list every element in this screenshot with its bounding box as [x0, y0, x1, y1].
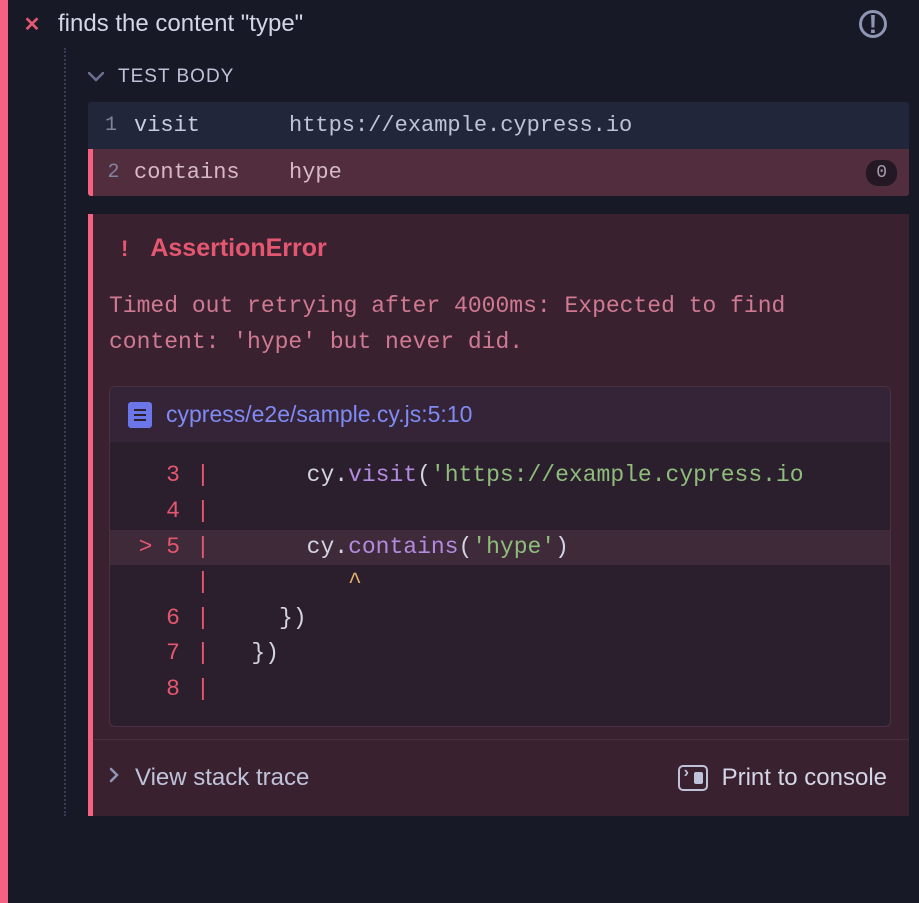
command-index: 1: [88, 114, 134, 137]
code-line: > 5| cy.contains('hype'): [110, 530, 890, 566]
test-title: finds the content "type": [58, 10, 843, 38]
print-console-label: Print to console: [722, 764, 887, 792]
chevron-right-icon: [109, 767, 119, 788]
main-panel: ✕ finds the content "type" ! TEST BODY 1…: [8, 0, 919, 903]
command-index: 2: [93, 161, 134, 184]
error-footer: View stack trace Print to console: [93, 739, 909, 816]
test-runner-panel: ✕ finds the content "type" ! TEST BODY 1…: [0, 0, 919, 903]
code-line: | ^: [110, 565, 890, 601]
command-row[interactable]: 1 visit https://example.cypress.io: [88, 102, 909, 149]
document-icon: [128, 402, 152, 428]
chevron-down-icon: [88, 69, 104, 85]
error-panel: ! AssertionError Timed out retrying afte…: [88, 214, 909, 816]
error-bang-icon: !: [121, 236, 128, 262]
code-line: 4|: [110, 494, 890, 530]
test-body: TEST BODY 1 visit https://example.cypres…: [64, 48, 909, 816]
console-icon: [678, 765, 708, 791]
code-line: 3| cy.visit('https://example.cypress.io: [110, 458, 890, 494]
code-frame: cypress/e2e/sample.cy.js:5:10 3| cy.visi…: [109, 386, 891, 726]
command-arg: hype: [289, 160, 866, 185]
code-line: 8|: [110, 672, 890, 708]
command-name: contains: [134, 160, 289, 185]
command-name: visit: [134, 113, 289, 138]
code-line: 6| }): [110, 601, 890, 637]
error-message: Timed out retrying after 4000ms: Expecte…: [93, 281, 909, 380]
error-title-row: ! AssertionError: [93, 214, 909, 281]
command-arg: https://example.cypress.io: [289, 113, 909, 138]
command-log: 1 visit https://example.cypress.io 2 con…: [88, 102, 909, 196]
test-title-row[interactable]: ✕ finds the content "type" !: [8, 0, 909, 48]
stack-trace-label: View stack trace: [135, 764, 309, 792]
print-to-console-button[interactable]: Print to console: [678, 764, 887, 792]
code-body: 3| cy.visit('https://example.cypress.io …: [110, 442, 890, 725]
code-file-location: cypress/e2e/sample.cy.js:5:10: [166, 401, 472, 428]
view-stack-trace-button[interactable]: View stack trace: [109, 764, 309, 792]
test-body-header[interactable]: TEST BODY: [66, 48, 909, 102]
fail-icon: ✕: [22, 12, 42, 37]
error-name: AssertionError: [150, 234, 326, 263]
code-line: 7| }): [110, 636, 890, 672]
code-frame-header[interactable]: cypress/e2e/sample.cy.js:5:10: [110, 387, 890, 442]
test-body-label: TEST BODY: [118, 66, 234, 88]
element-count-badge: 0: [866, 160, 897, 186]
status-bar: [0, 0, 8, 903]
alert-icon[interactable]: !: [859, 10, 887, 38]
command-row[interactable]: 2 contains hype 0: [88, 149, 909, 196]
